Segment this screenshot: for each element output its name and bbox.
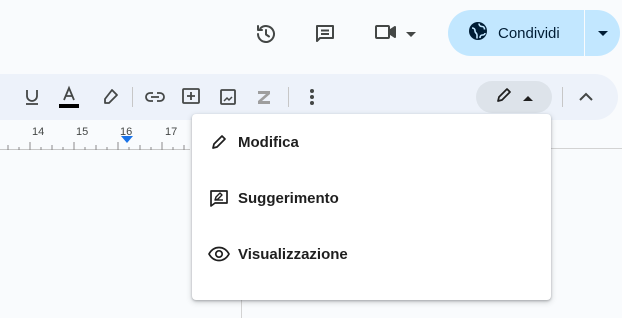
page-boundary — [241, 300, 242, 318]
horizontal-ruler[interactable]: 14 15 16 17 — [0, 122, 190, 150]
pencil-icon — [208, 131, 230, 153]
menu-item-modifica[interactable]: Modifica — [192, 122, 551, 162]
indent-marker-icon[interactable] — [121, 135, 133, 147]
chevron-down-icon — [406, 25, 416, 43]
share-main-button[interactable]: Condividi — [448, 10, 584, 56]
ruler-number: 14 — [32, 126, 45, 138]
menu-item-label: Modifica — [238, 133, 299, 151]
meet-button[interactable] — [368, 18, 428, 50]
video-camera-icon — [374, 23, 398, 46]
ruler-number: 15 — [76, 126, 89, 138]
editing-mode-button[interactable] — [476, 81, 552, 113]
clear-formatting-icon[interactable] — [250, 83, 278, 111]
menu-item-label: Suggerimento — [238, 189, 339, 207]
ruler-ticks — [0, 142, 190, 150]
share-button[interactable]: Condividi — [448, 10, 620, 56]
insert-image-icon[interactable] — [214, 83, 242, 111]
menu-item-suggerimento[interactable]: Suggerimento — [192, 178, 551, 218]
eye-icon — [208, 243, 230, 265]
chevron-up-icon — [523, 88, 533, 106]
toolbar-separator — [562, 87, 563, 107]
chevron-up-icon — [579, 88, 593, 106]
highlighter-icon[interactable] — [96, 83, 124, 111]
add-comment-icon[interactable] — [177, 83, 205, 111]
menu-item-visualizzazione[interactable]: Visualizzazione — [192, 234, 551, 274]
pencil-icon — [495, 86, 513, 109]
more-options-icon[interactable] — [298, 83, 326, 111]
text-color-icon[interactable] — [55, 83, 83, 111]
collapse-menus-button[interactable] — [572, 83, 600, 111]
link-icon[interactable] — [141, 83, 169, 111]
page-boundary — [550, 148, 622, 149]
globe-icon — [468, 21, 488, 46]
menu-item-label: Visualizzazione — [238, 245, 348, 263]
editing-mode-menu: Modifica Suggerimento Visualizzazione — [192, 114, 551, 300]
share-label: Condividi — [498, 24, 560, 42]
comment-icon[interactable] — [309, 18, 341, 50]
toolbar-separator — [288, 87, 289, 107]
ruler-number: 17 — [165, 126, 178, 138]
chevron-down-icon — [597, 24, 608, 42]
history-icon[interactable] — [250, 18, 282, 50]
header-bar: Condividi — [0, 0, 622, 68]
underline-icon[interactable] — [18, 83, 46, 111]
suggest-icon — [208, 187, 230, 209]
toolbar-separator — [132, 87, 133, 107]
share-dropdown-button[interactable] — [585, 10, 620, 56]
